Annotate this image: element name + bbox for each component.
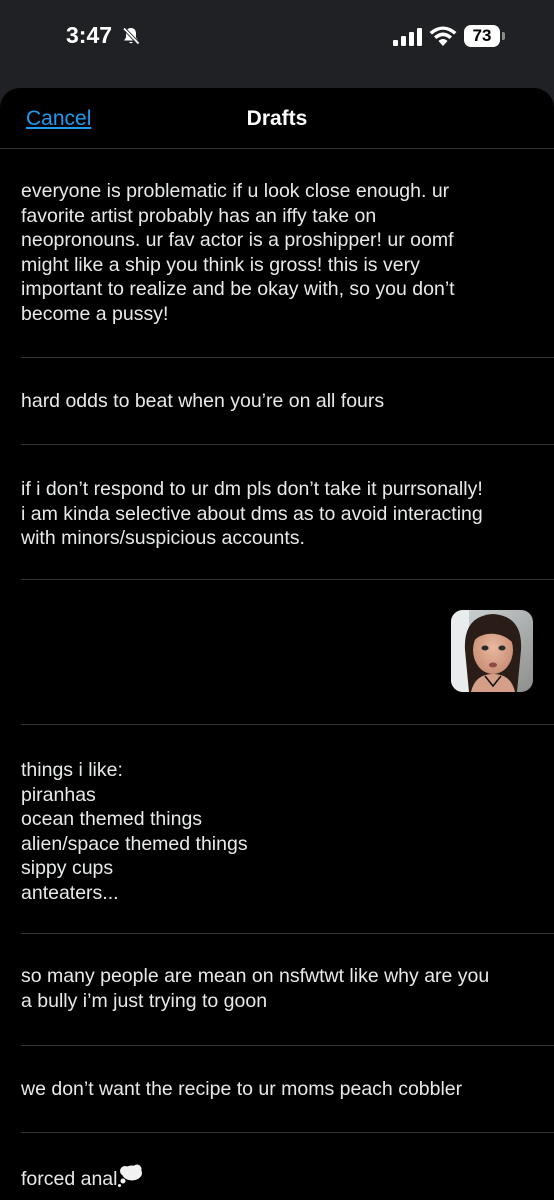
draft-text: if i don’t respond to ur dm pls don’t ta…	[21, 478, 483, 549]
thought-balloon-icon	[118, 1164, 143, 1187]
status-time: 3:47	[66, 22, 113, 48]
wifi-icon	[429, 26, 457, 46]
bell-slash-icon	[122, 27, 140, 45]
sheet-header: Cancel Drafts	[0, 88, 554, 149]
photo-thumbnail[interactable]	[451, 610, 533, 692]
draft-item[interactable]: things i like: piranhas ocean themed thi…	[21, 725, 554, 934]
draft-item[interactable]: hard odds to beat when you’re on all fou…	[21, 358, 554, 445]
battery-icon: 73	[464, 25, 500, 47]
drafts-sheet: Cancel Drafts everyone is problematic if…	[0, 88, 554, 1200]
draft-text: forced anal	[21, 1168, 118, 1190]
draft-item[interactable]: we don’t want the recipe to ur moms peac…	[21, 1046, 554, 1133]
draft-item[interactable]	[21, 580, 554, 725]
draft-item[interactable]: if i don’t respond to ur dm pls don’t ta…	[21, 445, 554, 580]
draft-text: so many people are mean on nsfwtwt like …	[21, 965, 490, 1012]
page-title: Drafts	[246, 107, 308, 130]
draft-text: things i like: piranhas ocean themed thi…	[21, 759, 248, 904]
cellular-signal-icon	[393, 28, 422, 46]
draft-text: we don’t want the recipe to ur moms peac…	[21, 1078, 463, 1100]
draft-text: hard odds to beat when you’re on all fou…	[21, 390, 385, 412]
draft-item[interactable]: so many people are mean on nsfwtwt like …	[21, 934, 554, 1046]
draft-list: everyone is problematic if u look close …	[0, 149, 554, 1200]
photo-icon	[451, 610, 533, 692]
status-bar: 3:47 73	[0, 0, 554, 88]
draft-item[interactable]: forced anal	[21, 1133, 554, 1200]
battery-nub	[502, 32, 505, 40]
draft-item[interactable]: everyone is problematic if u look close …	[21, 149, 554, 358]
draft-text-wrap: forced anal	[21, 1164, 533, 1192]
draft-text: everyone is problematic if u look close …	[21, 180, 455, 325]
